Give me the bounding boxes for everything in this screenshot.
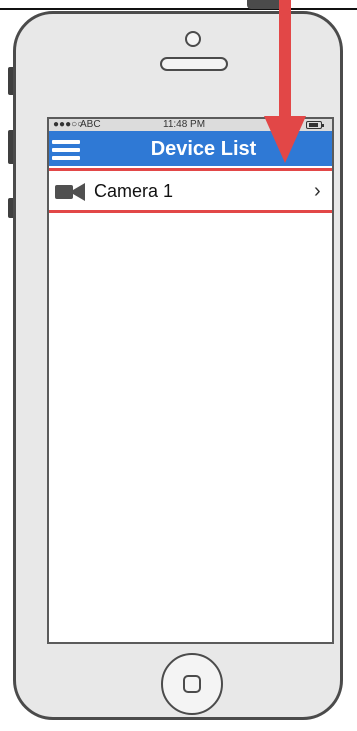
battery-icon (306, 121, 324, 129)
device-list-item[interactable]: Camera 1 › (49, 168, 332, 213)
home-square-icon (183, 675, 201, 693)
earpiece-speaker (160, 57, 228, 71)
chevron-right-icon: › (314, 180, 321, 202)
carrier-name: ABC (80, 119, 101, 130)
device-name-label: Camera 1 (94, 181, 174, 201)
menu-line (52, 148, 80, 152)
annotation-arrow-down (264, 0, 306, 163)
signal-strength-icon: ●●●○○ (53, 119, 84, 130)
front-camera-icon (185, 31, 201, 47)
page-title: Device List (150, 138, 257, 160)
menu-line (52, 140, 80, 144)
home-button[interactable] (161, 653, 223, 715)
status-time: 11:48 PM (163, 119, 206, 130)
video-camera-icon (55, 183, 85, 201)
menu-line (52, 156, 80, 160)
hamburger-menu-icon[interactable] (52, 136, 83, 162)
mockup-canvas: ●●●○○ ABC 11:48 PM Device List Camera 1 … (0, 0, 357, 731)
phone-screen: ●●●○○ ABC 11:48 PM Device List Camera 1 … (47, 117, 334, 644)
